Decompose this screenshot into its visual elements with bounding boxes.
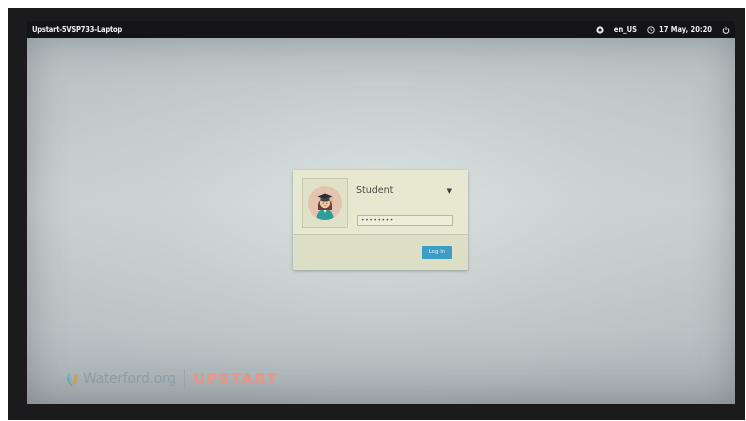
avatar-frame xyxy=(302,178,348,228)
power-icon xyxy=(722,26,730,34)
power-indicator[interactable] xyxy=(722,26,730,34)
caret-down-icon: ▼ xyxy=(446,187,452,195)
upstart-logo-text: UPSTART xyxy=(192,370,279,388)
branding: Waterford.org UPSTART xyxy=(63,368,278,390)
avatar xyxy=(308,186,342,220)
waterford-logo-text: Waterford.org xyxy=(83,371,176,387)
login-card-top: Student ▼ •••••••• xyxy=(293,170,468,235)
login-card: Student ▼ •••••••• Log In xyxy=(293,170,468,270)
language-label: en_US xyxy=(613,25,638,34)
language-indicator[interactable]: en_US xyxy=(614,21,637,38)
accessibility-icon xyxy=(596,25,604,34)
indicator-area: en_US 17 May, 20:20 xyxy=(586,21,730,38)
password-input[interactable]: •••••••• xyxy=(357,215,453,226)
user-select-dropdown[interactable]: Student ▼ xyxy=(356,184,456,198)
login-button[interactable]: Log In xyxy=(422,246,452,259)
top-panel: Upstart-5VSP733-Laptop en_US 17 May, 20:… xyxy=(27,21,735,38)
clock-indicator[interactable]: 17 May, 20:20 xyxy=(647,21,712,38)
datetime-label: 17 May, 20:20 xyxy=(659,25,712,34)
hostname-label: Upstart-5VSP733-Laptop xyxy=(32,25,123,34)
waterford-leaf-icon xyxy=(66,372,78,387)
accessibility-indicator[interactable] xyxy=(596,25,604,34)
student-avatar-icon xyxy=(308,186,342,220)
clock-icon xyxy=(647,25,655,34)
brand-divider xyxy=(183,369,185,389)
login-screen-background: Student ▼ •••••••• Log In Waterford.org … xyxy=(27,38,735,404)
selected-user-label: Student xyxy=(356,185,394,196)
